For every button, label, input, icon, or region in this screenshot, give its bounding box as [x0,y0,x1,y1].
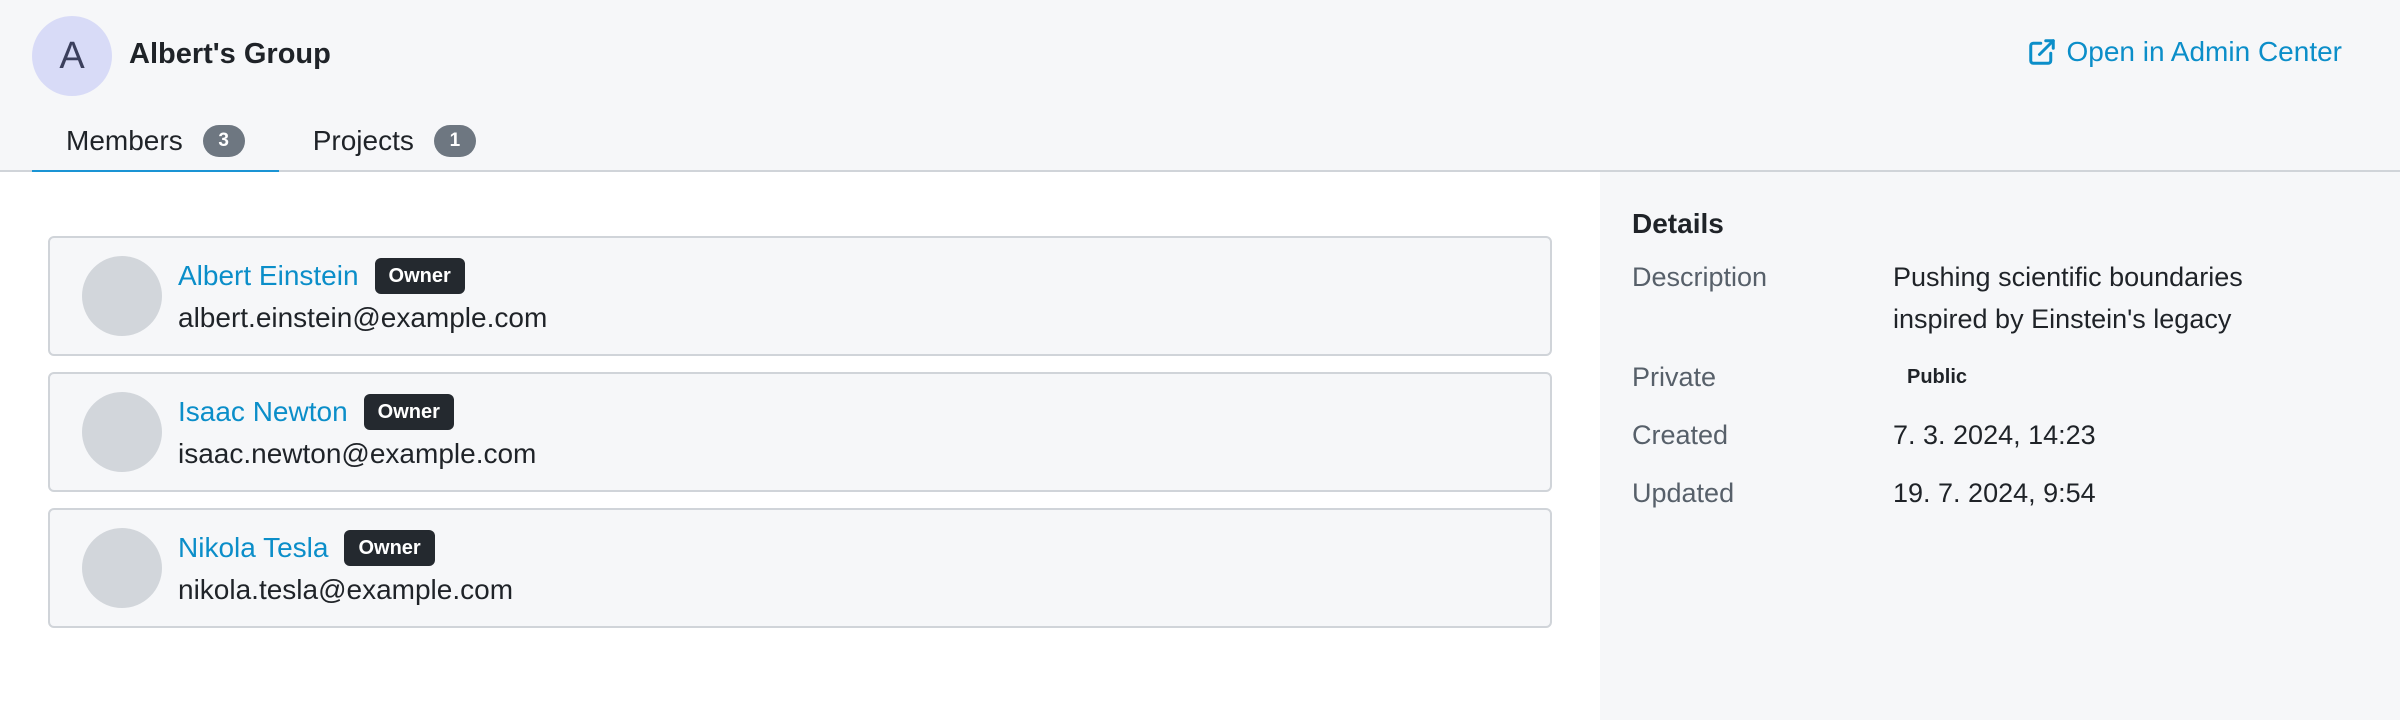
description-line-1: Pushing scientific boundaries [1893,262,2243,292]
avatar [82,256,162,336]
group-header: A Albert's Group Open in Admin Center Me… [0,0,2400,174]
member-email: nikola.tesla@example.com [178,574,514,605]
open-in-admin-center-link[interactable]: Open in Admin Center [2027,36,2343,68]
open-in-admin-center-label: Open in Admin Center [2066,36,2343,67]
updated-value: 19. 7. 2024, 9:54 [1893,478,2096,508]
private-label: Private [1632,362,1717,392]
created-label: Created [1632,420,1729,450]
member-list: Albert Einstein Owner albert.einstein@ex… [48,236,1552,644]
avatar [82,528,162,608]
member-email: isaac.newton@example.com [178,438,537,469]
external-link-icon [2028,39,2055,65]
tab-projects-label: Projects [312,125,414,156]
role-badge: Owner [344,530,435,566]
details-title: Details [1632,208,1724,239]
group-avatar-letter: A [59,34,85,77]
member-card-isaac-newton[interactable]: Isaac Newton Owner isaac.newton@example.… [48,372,1552,492]
description-line-2: inspired by Einstein's legacy [1893,304,2232,334]
group-title: Albert's Group [129,38,331,70]
member-email: albert.einstein@example.com [178,302,548,333]
members-panel: Albert Einstein Owner albert.einstein@ex… [0,172,1600,720]
updated-label: Updated [1632,478,1735,508]
tab-bar: Members 3 Projects 1 [32,110,510,174]
tab-members[interactable]: Members 3 [32,110,279,174]
role-badge: Owner [363,394,454,430]
member-name-link[interactable]: Nikola Tesla [178,532,328,564]
member-name-link[interactable]: Isaac Newton [178,396,348,428]
role-badge: Owner [374,258,465,294]
detail-row-created: Created 7. 3. 2024, 14:23 [1632,414,2368,456]
description-value: Pushing scientific boundaries inspired b… [1893,256,2243,340]
detail-row-updated: Updated 19. 7. 2024, 9:54 [1632,472,2368,514]
group-avatar: A [32,16,112,96]
member-name-link[interactable]: Albert Einstein [178,260,359,292]
tab-projects[interactable]: Projects 1 [279,110,510,172]
created-value: 7. 3. 2024, 14:23 [1893,420,2096,450]
tab-members-count-badge: 3 [202,125,245,157]
details-panel: Details Description Pushing scientific b… [1600,172,2400,720]
member-card-nikola-tesla[interactable]: Nikola Tesla Owner nikola.tesla@example.… [48,508,1552,628]
detail-row-description: Description Pushing scientific boundarie… [1632,256,2368,340]
avatar [82,392,162,472]
description-label: Description [1632,262,1768,292]
tab-members-label: Members [66,125,183,156]
detail-row-private: Private Public [1632,356,2368,398]
private-status-badge: Public [1907,366,1968,388]
tab-projects-count-badge: 1 [433,125,476,157]
member-card-albert-einstein[interactable]: Albert Einstein Owner albert.einstein@ex… [48,236,1552,356]
